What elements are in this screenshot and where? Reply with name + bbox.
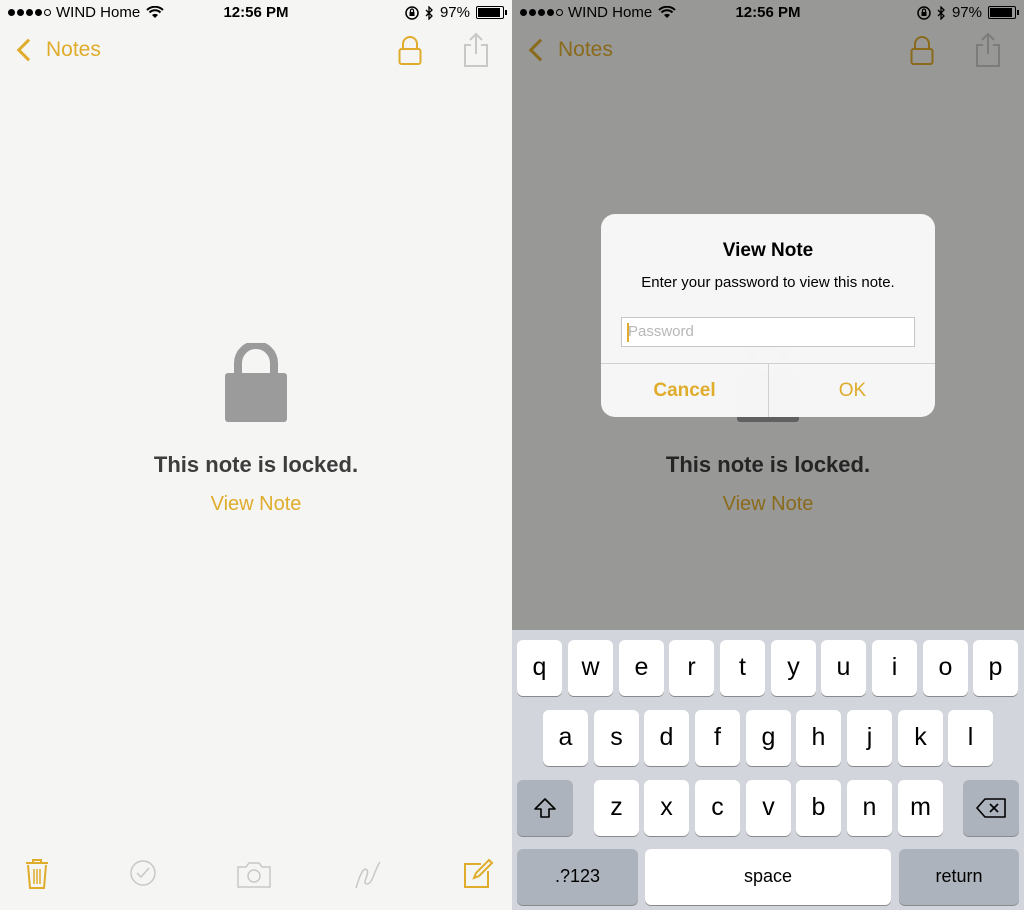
text-cursor	[627, 323, 629, 342]
key-c[interactable]: c	[695, 780, 740, 836]
password-field[interactable]: Password	[621, 317, 915, 347]
checklist-icon[interactable]	[129, 859, 157, 887]
chevron-left-icon	[16, 38, 40, 62]
shift-icon	[534, 798, 556, 818]
key-g[interactable]: g	[746, 710, 791, 766]
keyboard: q w e r t y u i o p a s d f g h j k l z …	[512, 630, 1024, 910]
key-k[interactable]: k	[898, 710, 943, 766]
key-x[interactable]: x	[644, 780, 689, 836]
key-m[interactable]: m	[898, 780, 943, 836]
locked-padlock-icon	[225, 343, 287, 422]
back-button[interactable]: Notes	[14, 38, 101, 62]
key-w[interactable]: w	[568, 640, 613, 696]
key-d[interactable]: d	[644, 710, 689, 766]
sketch-icon[interactable]	[353, 858, 383, 890]
notes-screen-password-prompt: WIND Home 12:56 PM 97% Notes This note i…	[512, 0, 1024, 910]
key-b[interactable]: b	[796, 780, 841, 836]
key-i[interactable]: i	[872, 640, 917, 696]
key-h[interactable]: h	[796, 710, 841, 766]
key-q[interactable]: q	[517, 640, 562, 696]
notes-screen-locked: WIND Home 12:56 PM 97% Notes This note i…	[0, 0, 512, 910]
ok-button[interactable]: OK	[769, 364, 935, 417]
lock-icon[interactable]	[398, 36, 422, 66]
backspace-icon	[976, 798, 1006, 818]
key-e[interactable]: e	[619, 640, 664, 696]
alert-title: View Note	[722, 240, 814, 261]
key-u[interactable]: u	[821, 640, 866, 696]
key-o[interactable]: o	[923, 640, 968, 696]
numbers-key[interactable]: .?123	[517, 849, 638, 905]
key-f[interactable]: f	[695, 710, 740, 766]
orientation-lock-icon	[405, 5, 419, 20]
key-v[interactable]: v	[746, 780, 791, 836]
trash-icon[interactable]	[24, 858, 50, 890]
key-j[interactable]: j	[847, 710, 892, 766]
status-bar: WIND Home 12:56 PM 97%	[0, 0, 512, 26]
password-alert: View Note Enter your password to view th…	[601, 214, 935, 417]
key-z[interactable]: z	[594, 780, 639, 836]
alert-message: Enter your password to view this note.	[641, 274, 895, 291]
share-icon[interactable]	[462, 32, 490, 68]
key-n[interactable]: n	[847, 780, 892, 836]
battery-percent: 97%	[439, 4, 470, 21]
key-y[interactable]: y	[771, 640, 816, 696]
key-s[interactable]: s	[594, 710, 639, 766]
back-label: Notes	[46, 38, 101, 61]
cancel-button[interactable]: Cancel	[601, 364, 768, 417]
key-l[interactable]: l	[948, 710, 993, 766]
key-r[interactable]: r	[669, 640, 714, 696]
key-p[interactable]: p	[973, 640, 1018, 696]
locked-message: This note is locked.	[153, 452, 359, 477]
compose-icon[interactable]	[462, 858, 494, 890]
key-a[interactable]: a	[543, 710, 588, 766]
battery-icon	[476, 6, 507, 19]
shift-key[interactable]	[517, 780, 573, 836]
camera-icon[interactable]	[236, 862, 272, 888]
delete-key[interactable]	[963, 780, 1019, 836]
view-note-link[interactable]: View Note	[0, 493, 512, 516]
navigation-bar: Notes	[0, 26, 512, 80]
key-t[interactable]: t	[720, 640, 765, 696]
bluetooth-icon	[425, 5, 433, 20]
password-placeholder: Password	[628, 323, 694, 340]
bottom-toolbar	[0, 850, 512, 910]
return-key[interactable]: return	[899, 849, 1019, 905]
space-key[interactable]: space	[645, 849, 891, 905]
